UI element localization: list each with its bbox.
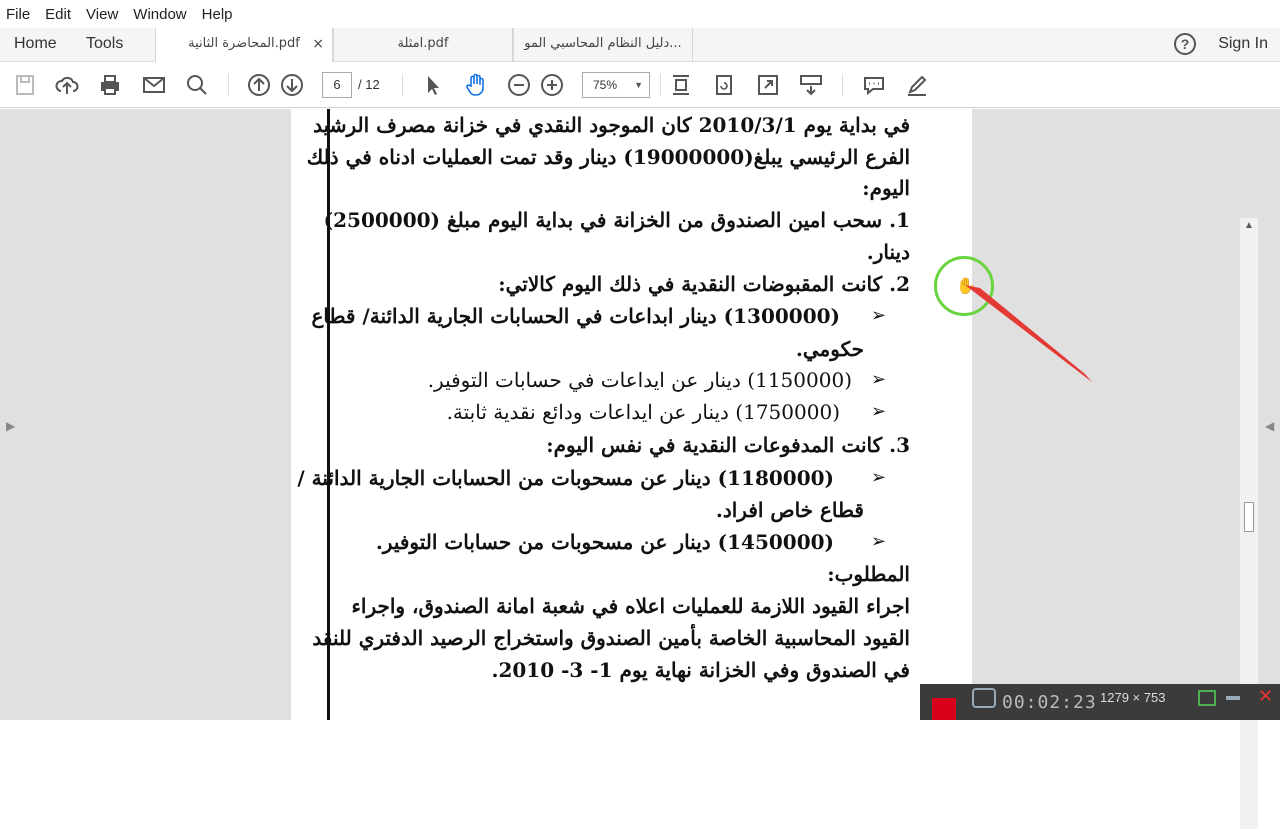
toolbar-separator <box>660 74 661 96</box>
text-line: في الصندوق وفي الخزانة نهاية يوم 1- 3- 2… <box>491 658 910 682</box>
screen-recorder-bar: 00:02:23 1279 × 753 ✕ <box>920 684 1280 720</box>
vertical-scrollbar[interactable]: ▲ <box>1240 218 1258 829</box>
tools-tab[interactable]: Tools <box>86 28 123 62</box>
search-icon[interactable] <box>184 72 210 98</box>
sign-in-link[interactable]: Sign In <box>1218 28 1268 60</box>
doc-tab-label: المحاضرة الثانية.pdf <box>188 36 300 51</box>
menu-help[interactable]: Help <box>202 6 233 23</box>
scroll-up-icon[interactable]: ▲ <box>1244 220 1254 231</box>
full-screen-icon[interactable] <box>755 72 781 98</box>
menu-view[interactable]: View <box>86 6 118 23</box>
menu-window[interactable]: Window <box>133 6 186 23</box>
text-line: (1150000) دينار عن ايداعات في حسابات الت… <box>427 368 852 392</box>
scrollbar-thumb[interactable] <box>1244 502 1254 532</box>
pdf-page: في بداية يوم 2010/3/1 كان الموجود النقدي… <box>291 109 972 720</box>
rotate-icon[interactable] <box>711 72 737 98</box>
capture-dimensions: 1279 × 753 <box>1100 690 1166 705</box>
toolbar-separator <box>402 74 403 96</box>
save-icon[interactable] <box>12 72 38 98</box>
toolbar-separator <box>842 74 843 96</box>
zoom-value: 75% <box>593 78 618 92</box>
mail-icon[interactable] <box>141 72 167 98</box>
tab-bar: Home Tools المحاضرة الثانية.pdf × امثلة.… <box>0 28 1280 62</box>
red-pointer-arrow <box>965 285 1092 382</box>
zoom-in-icon[interactable] <box>539 72 565 98</box>
text-line: 1. سحب امين الصندوق من الخزانة في بداية … <box>323 208 910 232</box>
highlight-pen-icon[interactable] <box>904 72 930 98</box>
recording-time: 00:02:23 <box>1002 692 1097 713</box>
text-line: اجراء القيود اللازمة للعمليات اعلاه في ش… <box>351 594 911 618</box>
minimize-icon[interactable] <box>1226 696 1240 700</box>
bullet-arrow-icon: ➢ <box>871 467 887 487</box>
doc-tab-accounting-guide[interactable]: دليل النظام المحاسبي المو... <box>513 28 693 62</box>
text-line: 3. كانت المدفوعات النقدية في نفس اليوم: <box>546 433 910 457</box>
fit-page-icon[interactable] <box>668 72 694 98</box>
maximize-icon[interactable] <box>1198 690 1216 706</box>
menu-bar: File Edit View Window Help <box>0 0 1280 28</box>
toolbar: 6 / 12 75% ▼ <box>0 62 1280 108</box>
toolbar-separator <box>228 74 229 96</box>
bullet-arrow-icon: ➢ <box>871 401 887 421</box>
menu-edit[interactable]: Edit <box>45 6 71 23</box>
select-cursor-icon[interactable] <box>420 72 446 98</box>
next-page-icon[interactable] <box>279 72 305 98</box>
previous-page-icon[interactable] <box>246 72 272 98</box>
bullet-arrow-icon: ➢ <box>871 369 887 389</box>
doc-tab-label: امثلة.pdf <box>397 36 449 51</box>
zoom-out-icon[interactable] <box>506 72 532 98</box>
text-line: الفرع الرئيسي يبلغ(19000000) دينار وقد ت… <box>306 145 910 169</box>
comment-icon[interactable] <box>861 72 887 98</box>
close-icon[interactable]: × <box>312 28 324 60</box>
bullet-arrow-icon: ➢ <box>871 531 887 551</box>
left-panel-arrow-icon[interactable]: ▶ <box>6 419 15 433</box>
page-total: / 12 <box>358 77 380 92</box>
scroll-mode-icon[interactable] <box>798 72 824 98</box>
text-line: قطاع خاص افراد. <box>715 498 864 522</box>
doc-tab-lecture2[interactable]: المحاضرة الثانية.pdf × <box>155 28 333 62</box>
help-icon[interactable]: ? <box>1174 33 1196 55</box>
page-number-input[interactable]: 6 <box>322 72 352 98</box>
text-line: (1180000) دينار عن مسحوبات من الحسابات ا… <box>297 466 834 490</box>
text-line: دينار. <box>866 240 910 264</box>
hand-tool-icon[interactable] <box>463 72 489 98</box>
text-line: في بداية يوم 2010/3/1 كان الموجود النقدي… <box>313 113 910 137</box>
text-line: حكومي. <box>795 337 864 361</box>
text-line: (1450000) دينار عن مسحوبات من حسابات الت… <box>375 530 834 554</box>
print-icon[interactable] <box>97 72 123 98</box>
text-line: القيود المحاسبية الخاصة بأمين الصندوق وا… <box>312 626 910 650</box>
doc-tab-label: دليل النظام المحاسبي المو... <box>524 36 682 51</box>
doc-tab-examples[interactable]: امثلة.pdf <box>333 28 513 62</box>
text-line: 2. كانت المقبوضات النقدية في ذلك اليوم ك… <box>498 272 910 296</box>
close-icon[interactable]: ✕ <box>1258 686 1273 707</box>
chevron-down-icon: ▼ <box>634 80 643 90</box>
document-viewer[interactable]: ▶ ◀ في بداية يوم 2010/3/1 كان الموجود ال… <box>0 109 1280 829</box>
right-panel-arrow-icon[interactable]: ◀ <box>1265 419 1274 433</box>
bullet-arrow-icon: ➢ <box>871 305 887 325</box>
upload-cloud-icon[interactable] <box>54 72 80 98</box>
text-line: (1300000) دينار ابداعات في الحسابات الجا… <box>311 304 840 328</box>
record-button[interactable] <box>932 698 956 720</box>
zoom-select[interactable]: 75% ▼ <box>582 72 650 98</box>
heading-required: المطلوب: <box>827 562 910 586</box>
text-line: (1750000) دينار عن ايداعات ودائع نقدية ث… <box>446 400 840 424</box>
home-tab[interactable]: Home <box>14 28 57 62</box>
menu-file[interactable]: File <box>6 6 30 23</box>
camera-icon[interactable] <box>972 688 996 708</box>
text-line: اليوم: <box>862 176 910 200</box>
